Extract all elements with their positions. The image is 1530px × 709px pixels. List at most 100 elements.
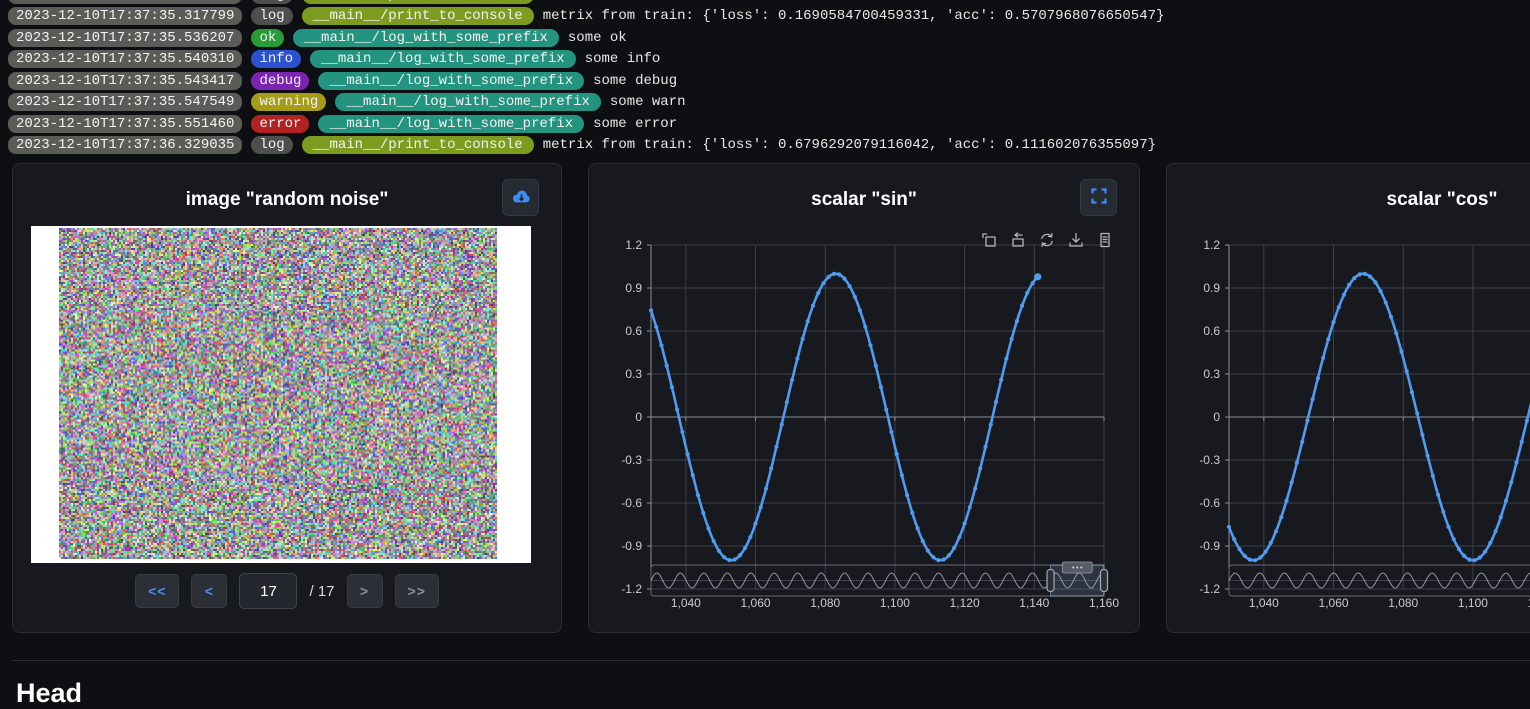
log-timestamp: 2023-12-10T17:37:35.551460: [8, 115, 242, 133]
log-source-badge: __main__/log_with_some_prefix: [310, 50, 576, 68]
log-message: some debug: [593, 73, 677, 89]
x-tick-label: 1,060: [741, 596, 771, 610]
log-timestamp: 2023-12-10T17:37:35.317799: [8, 0, 242, 4]
fullscreen-icon: [1090, 187, 1108, 208]
image-preview-frame: [31, 226, 531, 563]
x-tick-label: 1,100: [1458, 596, 1488, 610]
random-noise-image: [59, 228, 497, 559]
x-tick-label: 1,160: [1089, 596, 1119, 610]
next-page-button[interactable]: >: [347, 574, 383, 608]
y-tick-label: 0.6: [625, 324, 642, 338]
log-row: 2023-12-10T17:37:35.317799 log __main__/pr…: [8, 6, 1530, 28]
datazoom-handle-right[interactable]: [1101, 570, 1108, 592]
page-total-label: / 17: [309, 583, 334, 600]
log-row: 2023-12-10T17:37:35.540310 info __main__/l…: [8, 49, 1530, 71]
log-row: 2023-12-10T17:37:36.329035log__main__/pr…: [8, 135, 1530, 157]
sin-line-chart[interactable]: 1.20.90.60.30-0.3-0.6-0.9-1.21,0401,0601…: [589, 226, 1141, 632]
log-timestamp: 2023-12-10T17:37:36.329035: [8, 136, 242, 154]
log-level-badge: info: [251, 50, 301, 68]
log-message: some info: [585, 51, 661, 67]
datazoom-handle-left[interactable]: [1047, 570, 1054, 592]
sin-chart-toolbox: [981, 232, 1113, 248]
x-tick-label: 1,080: [810, 596, 840, 610]
log-message: some warn: [610, 94, 686, 110]
log-source-badge: __main__/log_with_some_prefix: [318, 72, 584, 90]
zoom-box-icon[interactable]: [981, 232, 997, 248]
log-timestamp: 2023-12-10T17:37:35.547549: [8, 93, 242, 111]
y-tick-label: 0.3: [625, 367, 642, 381]
y-tick-label: 1.2: [1203, 238, 1220, 252]
footer: Head: [0, 660, 1530, 709]
log-timestamp: 2023-12-10T17:37:35.317799: [8, 7, 242, 25]
y-tick-label: -0.6: [621, 496, 642, 510]
section-divider: [12, 660, 1530, 661]
log-section: 2023-12-10T17:37:35.317799 log __main__/pr…: [0, 0, 1530, 158]
log-timestamp: 2023-12-10T17:37:35.540310: [8, 50, 242, 68]
y-tick-label: 0: [635, 410, 642, 424]
cards-row: image "random noise": [12, 163, 1530, 633]
log-timestamp: 2023-12-10T17:37:35.543417: [8, 72, 242, 90]
scalar-sin-card: scalar "sin" 1.2 0.9 0.6 0.3 0 -0.3 -0.6 -0.9 -1…: [588, 163, 1140, 633]
prev-page-button[interactable]: <: [191, 574, 227, 608]
log-level-badge: error: [251, 115, 309, 133]
x-tick-label: 1,060: [1319, 596, 1349, 610]
cos-chart-area: 1.2 0.9 0.6 0.3 0 -0.3 -0.6 -0.9 -1.2 1,040 1,060 1…: [1167, 226, 1530, 632]
log-row: 2023-12-10T17:37:35.536207 ok __main__/log…: [8, 27, 1530, 49]
download-icon[interactable]: [1068, 232, 1084, 248]
x-tick-label: 1,040: [1249, 596, 1279, 610]
y-tick-label: 0.9: [625, 281, 642, 295]
log-source-badge: __main__/print_to_console: [302, 7, 534, 25]
image-card: image "random noise": [12, 163, 562, 633]
y-tick-label: 1.2: [625, 238, 642, 252]
log-source-badge: __main__/log_with_some_prefix: [293, 29, 559, 47]
log-message: some error: [593, 116, 677, 132]
series-end-dot: [1034, 273, 1041, 280]
log-source-badge: __main__/log_with_some_prefix: [318, 115, 584, 133]
y-tick-label: -0.3: [621, 453, 642, 467]
y-tick-label: -0.3: [1199, 453, 1220, 467]
log-level-badge: log: [251, 0, 292, 4]
x-tick-label: 1,100: [880, 596, 910, 610]
log-source-badge: __main__/print_to_console: [302, 136, 534, 154]
x-tick-label: 1,080: [1388, 596, 1418, 610]
log-level-badge: warning: [251, 93, 326, 111]
sin-chart-area: 1.20.90.60.30-0.3-0.6-0.9-1.21,0401,0601…: [589, 226, 1141, 632]
log-source-badge: __main__/log_with_some_prefix: [335, 93, 601, 111]
cos-card-header: scalar "cos": [1167, 164, 1530, 226]
restore-icon[interactable]: [1039, 232, 1055, 248]
image-download-button[interactable]: [502, 179, 539, 216]
x-tick-label: 1,140: [1019, 596, 1049, 610]
y-tick-label: -0.9: [1199, 539, 1220, 553]
cos-card-title: scalar "cos": [1387, 179, 1498, 211]
data-view-icon[interactable]: [1097, 232, 1113, 248]
y-tick-label: -1.2: [621, 582, 642, 596]
page-number-input[interactable]: [239, 573, 297, 609]
sin-card-title: scalar "sin": [811, 179, 917, 211]
y-tick-label: 0.6: [1203, 324, 1220, 338]
y-tick-label: 0.9: [1203, 281, 1220, 295]
image-pagination: << < / 17 > >>: [13, 573, 561, 609]
first-page-button[interactable]: <<: [135, 574, 179, 608]
last-page-button[interactable]: >>: [395, 574, 439, 608]
log-row: 2023-12-10T17:37:35.547549 warning __main_…: [8, 92, 1530, 114]
cloud-download-icon: [510, 186, 532, 209]
log-row: 2023-12-10T17:37:35.551460 error __main__/…: [8, 113, 1530, 135]
log-message: metrix from train: {'loss': 0.1690584700…: [543, 8, 1165, 24]
sin-fullscreen-button[interactable]: [1080, 179, 1117, 216]
log-level-badge: log: [251, 7, 292, 25]
sin-card-header: scalar "sin": [589, 164, 1139, 226]
y-tick-label: -0.9: [621, 539, 642, 553]
footer-heading: Head: [16, 678, 1530, 709]
y-tick-label: -1.2: [1199, 582, 1220, 596]
y-tick-label: 0: [1213, 410, 1220, 424]
image-card-title: image "random noise": [186, 179, 389, 211]
log-message: metrix from train: {'loss': 0.6796292079…: [543, 137, 1156, 153]
y-tick-label: 0.3: [1203, 367, 1220, 381]
y-tick-label: -0.6: [1199, 496, 1220, 510]
scalar-cos-card: scalar "cos" 1.2 0.9 0.6 0.3 0 -0.3 -0.6 -0.9 -1…: [1166, 163, 1530, 633]
cos-line-chart[interactable]: 1.2 0.9 0.6 0.3 0 -0.3 -0.6 -0.9 -1.2 1,040 1,060 1…: [1167, 226, 1530, 632]
log-level-badge: debug: [251, 72, 309, 90]
zoom-reset-icon[interactable]: [1010, 232, 1026, 248]
log-level-badge: ok: [251, 29, 284, 47]
log-timestamp: 2023-12-10T17:37:35.536207: [8, 29, 242, 47]
